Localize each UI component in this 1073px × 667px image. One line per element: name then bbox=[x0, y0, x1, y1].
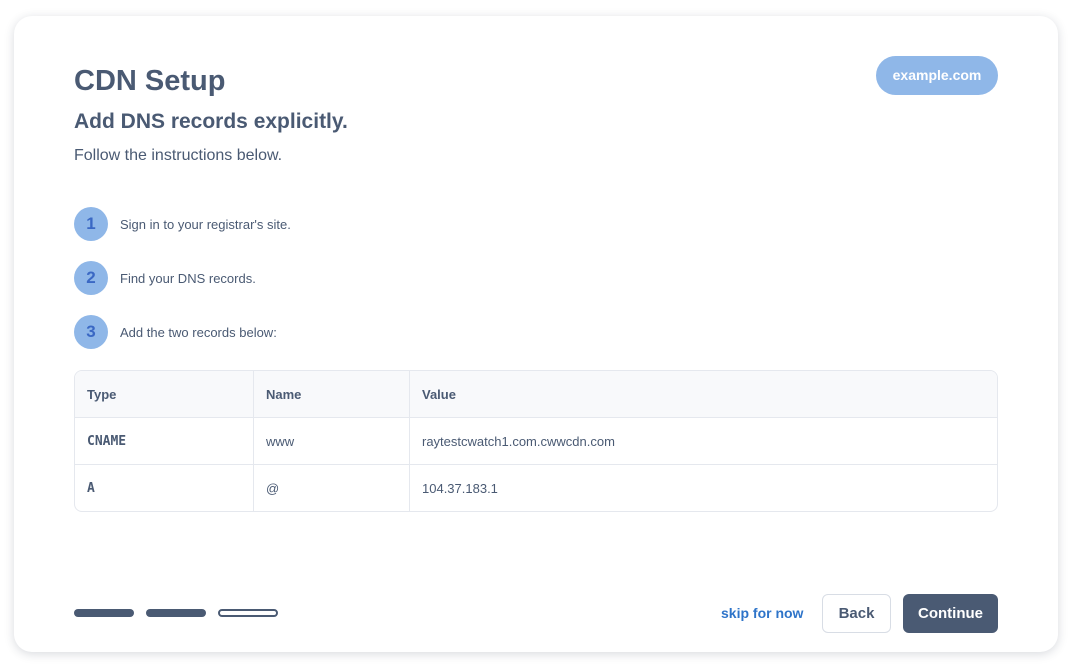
step-number-badge: 3 bbox=[74, 315, 108, 349]
record-type-cell: CNAME bbox=[75, 418, 254, 465]
table-row: A @ 104.37.183.1 bbox=[75, 465, 997, 511]
domain-badge: example.com bbox=[876, 56, 998, 95]
record-value-cell: 104.37.183.1 bbox=[422, 480, 498, 496]
step-text: Add the two records below: bbox=[120, 324, 277, 340]
back-button[interactable]: Back bbox=[822, 594, 891, 633]
setup-card: example.com CDN Setup Add DNS records ex… bbox=[14, 16, 1058, 652]
table-header-row: Type Name Value bbox=[75, 371, 997, 418]
step-item: 2 Find your DNS records. bbox=[74, 261, 674, 295]
page-title: CDN Setup bbox=[74, 65, 226, 97]
step-text: Find your DNS records. bbox=[120, 270, 256, 286]
progress-segment bbox=[218, 609, 278, 617]
steps-list: 1 Sign in to your registrar's site. 2 Fi… bbox=[74, 207, 674, 369]
step-number-badge: 2 bbox=[74, 261, 108, 295]
progress-indicator bbox=[74, 609, 290, 617]
table-row: CNAME www raytestcwatch1.com.cwwcdn.com bbox=[75, 418, 997, 465]
skip-for-now-link[interactable]: skip for now bbox=[721, 604, 803, 622]
continue-button[interactable]: Continue bbox=[903, 594, 998, 633]
step-text: Sign in to your registrar's site. bbox=[120, 216, 291, 232]
record-name-cell: @ bbox=[254, 465, 410, 511]
column-header-type: Type bbox=[75, 371, 254, 418]
record-value-cell: raytestcwatch1.com.cwwcdn.com bbox=[410, 418, 997, 465]
column-header-value: Value bbox=[410, 371, 997, 418]
step-number-badge: 1 bbox=[74, 207, 108, 241]
record-name-cell: www bbox=[254, 418, 410, 465]
instructions-text: Follow the instructions below. bbox=[74, 147, 283, 164]
step-item: 3 Add the two records below: bbox=[74, 315, 674, 349]
progress-segment bbox=[74, 609, 134, 617]
dns-records-table: Type Name Value CNAME www raytestcwatch1… bbox=[74, 370, 998, 512]
progress-segment bbox=[146, 609, 206, 617]
page-subtitle: Add DNS records explicitly. bbox=[74, 110, 348, 133]
record-type-cell: A bbox=[75, 465, 254, 511]
step-item: 1 Sign in to your registrar's site. bbox=[74, 207, 674, 241]
column-header-name: Name bbox=[254, 371, 410, 418]
